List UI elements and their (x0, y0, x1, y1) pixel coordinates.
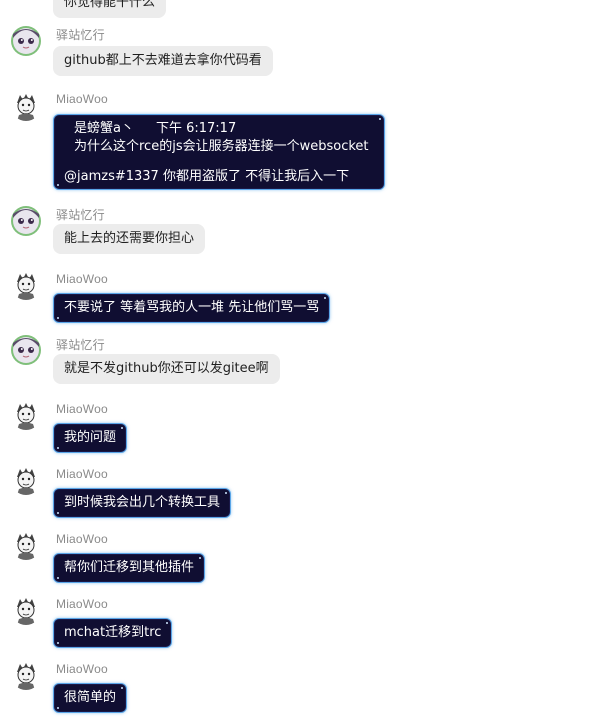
sketch-character-avatar[interactable] (11, 530, 41, 560)
sender-name[interactable]: 驿站忆行 (56, 206, 105, 223)
message-bubble[interactable]: 帮你们迁移到其他插件 (53, 553, 206, 583)
sketch-character-avatar[interactable] (11, 91, 41, 121)
sender-name[interactable]: 驿站忆行 (56, 26, 105, 43)
message-bubble[interactable]: 到时候我会出几个转换工具 (53, 488, 232, 518)
quote-time: 下午 6:17:17 (155, 121, 237, 136)
sketch-character-avatar[interactable] (11, 400, 41, 430)
sender-name[interactable]: MiaoWoo (56, 597, 108, 611)
message-bubble[interactable]: 就是不发github你还可以发gitee啊 (53, 354, 280, 384)
message-text: @jamzs#1337 你都用盗版了 不得让我后入一下 (64, 169, 350, 184)
sender-name[interactable]: MiaoWoo (56, 272, 108, 286)
message-bubble[interactable]: 很简单的 (53, 683, 128, 713)
message-bubble[interactable]: 能上去的还需要你担心 (53, 224, 206, 254)
message-bubble[interactable]: github都上不去难道去拿你代码看 (53, 46, 273, 76)
sender-name[interactable]: MiaoWoo (56, 92, 108, 106)
sender-name[interactable]: MiaoWoo (56, 467, 108, 481)
anime-girl-avatar[interactable] (11, 335, 41, 365)
quoted-message-text: 为什么这个rce的js会让服务器连接一个websocket (74, 139, 369, 154)
anime-girl-avatar[interactable] (11, 206, 41, 236)
sender-name[interactable]: 驿站忆行 (56, 336, 105, 353)
quoted-message-header: 是螃蟹a丶 下午 6:17:17 (64, 120, 374, 138)
message-bubble[interactable]: mchat迁移到trc (53, 618, 173, 648)
anime-girl-avatar[interactable] (11, 26, 41, 56)
sender-name[interactable]: MiaoWoo (56, 402, 108, 416)
sketch-character-avatar[interactable] (11, 270, 41, 300)
message-bubble[interactable]: 你觉得能干什么 (53, 0, 167, 18)
message-bubble[interactable]: 是螃蟹a丶 下午 6:17:17 为什么这个rce的js会让服务器连接一个webs… (53, 114, 385, 190)
message-bubble[interactable]: 不要说了 等着骂我的人一堆 先让他们骂一骂 (53, 293, 331, 323)
sender-name[interactable]: MiaoWoo (56, 532, 108, 546)
sketch-character-avatar[interactable] (11, 660, 41, 690)
message-bubble[interactable]: 我的问题 (53, 423, 128, 453)
sketch-character-avatar[interactable] (11, 595, 41, 625)
quote-author: 是螃蟹a丶 (74, 121, 134, 136)
sketch-character-avatar[interactable] (11, 465, 41, 495)
sender-name[interactable]: MiaoWoo (56, 662, 108, 676)
